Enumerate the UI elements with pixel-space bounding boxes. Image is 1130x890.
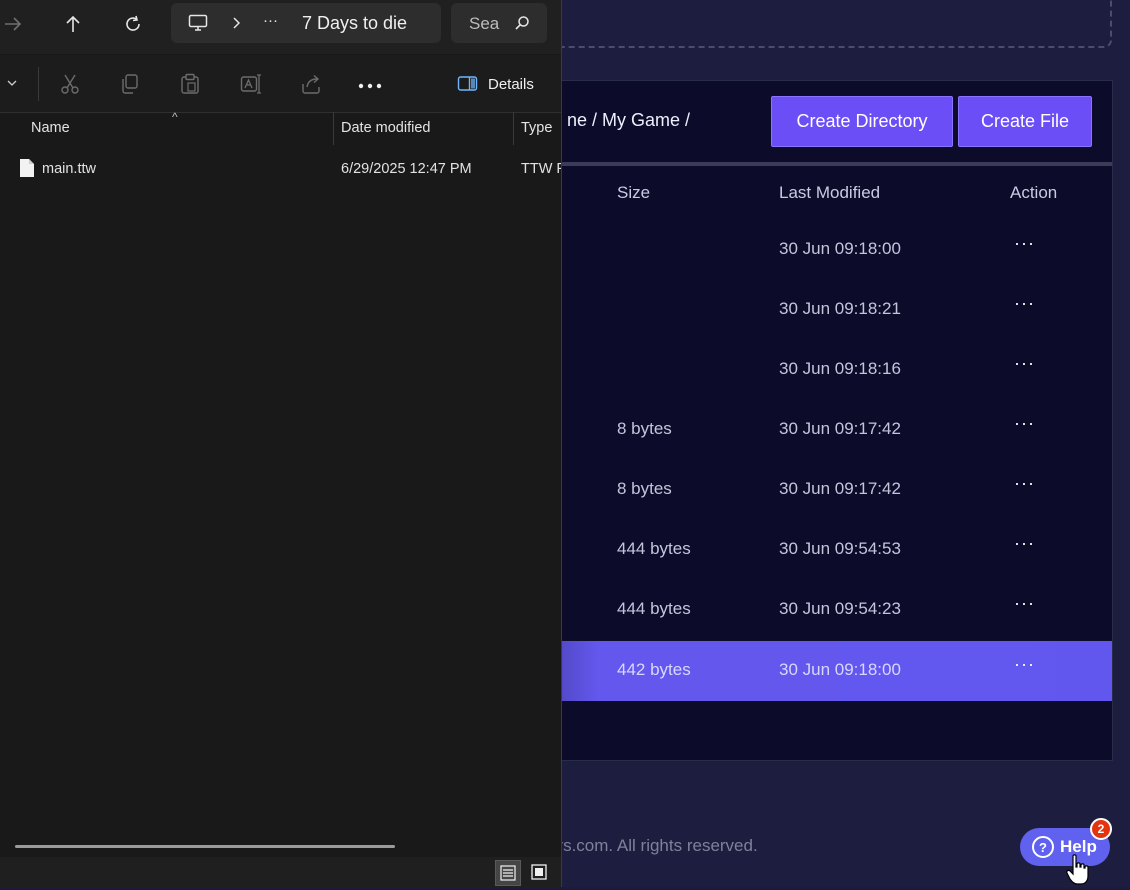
row-modified: 30 Jun 09:17:42 xyxy=(779,479,901,498)
row-actions-menu-icon[interactable]: ··· xyxy=(1014,593,1035,614)
table-divider xyxy=(470,162,1112,166)
breadcrumb-overflow[interactable]: ··· xyxy=(263,12,278,29)
file-name: main.ttw xyxy=(42,161,96,177)
row-size: 442 bytes xyxy=(617,660,691,679)
row-size: 8 bytes xyxy=(617,419,672,438)
row-modified: 30 Jun 09:18:00 xyxy=(779,660,901,679)
row-size: 8 bytes xyxy=(617,479,672,498)
horizontal-scrollbar[interactable] xyxy=(15,845,395,848)
footer-copyright: ayers.com. All rights reserved. xyxy=(530,836,758,855)
command-bar-divider xyxy=(38,67,39,101)
row-actions-menu-icon[interactable]: ··· xyxy=(1014,533,1035,554)
chevron-down-icon[interactable] xyxy=(6,77,18,89)
copy-icon[interactable] xyxy=(120,73,140,100)
file-explorer-window: ··· 7 Days to die Sea Details ^ Name Dat… xyxy=(0,0,562,887)
details-button-label[interactable]: Details xyxy=(488,76,534,93)
row-modified: 30 Jun 09:17:42 xyxy=(779,419,901,438)
notification-badge: 2 xyxy=(1090,818,1112,840)
more-options-icon[interactable] xyxy=(358,77,382,95)
table-row[interactable]: 444 bytes 30 Jun 09:54:53 ··· xyxy=(470,520,1112,580)
column-header-name[interactable]: Name xyxy=(31,120,70,136)
row-size: 444 bytes xyxy=(617,539,691,558)
cut-icon[interactable] xyxy=(60,73,80,100)
search-placeholder: Sea xyxy=(469,14,500,33)
file-type: TTW F xyxy=(521,161,561,177)
file-list-item[interactable]: main.ttw 6/29/2025 12:47 PM TTW F xyxy=(0,154,561,184)
column-header-action: Action xyxy=(1010,183,1058,202)
row-actions-menu-icon[interactable]: ··· xyxy=(1014,654,1035,675)
file-date-modified: 6/29/2025 12:47 PM xyxy=(341,161,472,177)
paste-icon[interactable] xyxy=(180,73,200,100)
table-row[interactable]: 30 Jun 09:18:21 ··· xyxy=(470,280,1112,340)
tiles-view-button[interactable] xyxy=(527,860,553,886)
this-pc-monitor-icon xyxy=(187,12,209,34)
row-actions-menu-icon[interactable]: ··· xyxy=(1014,413,1035,434)
details-pane-icon[interactable] xyxy=(457,75,479,98)
column-divider[interactable] xyxy=(513,112,514,145)
table-row[interactable]: 8 bytes 30 Jun 09:17:42 ··· xyxy=(470,400,1112,460)
search-icon[interactable] xyxy=(513,14,531,32)
table-row[interactable]: 30 Jun 09:18:00 ··· xyxy=(470,220,1112,280)
preview-view-icon xyxy=(531,864,547,880)
row-actions-menu-icon[interactable]: ··· xyxy=(1014,473,1035,494)
refresh-icon[interactable] xyxy=(122,12,144,36)
column-divider[interactable] xyxy=(333,112,334,145)
explorer-titlebar: ··· 7 Days to die Sea xyxy=(0,0,561,54)
table-row[interactable]: 8 bytes 30 Jun 09:17:42 ··· xyxy=(470,460,1112,520)
rename-icon[interactable] xyxy=(240,73,262,100)
question-icon: ? xyxy=(1032,836,1054,858)
document-file-icon xyxy=(19,158,35,183)
column-header-date-modified[interactable]: Date modified xyxy=(341,120,430,136)
address-bar[interactable]: ··· 7 Days to die xyxy=(171,3,441,43)
create-directory-button[interactable]: Create Directory xyxy=(771,96,953,147)
row-modified: 30 Jun 09:18:16 xyxy=(779,359,901,378)
table-row[interactable]: 444 bytes 30 Jun 09:54:23 ··· xyxy=(470,580,1112,640)
table-row[interactable]: 30 Jun 09:18:16 ··· xyxy=(470,340,1112,400)
row-modified: 30 Jun 09:18:00 xyxy=(779,239,901,258)
row-actions-menu-icon[interactable]: ··· xyxy=(1014,233,1035,254)
sort-ascending-icon: ^ xyxy=(172,110,178,124)
list-view-icon xyxy=(500,865,516,881)
column-header-type[interactable]: Type xyxy=(521,120,552,136)
upload-dropzone[interactable] xyxy=(470,0,1112,48)
column-headers: ^ Name Date modified Type xyxy=(0,110,561,145)
row-actions-menu-icon[interactable]: ··· xyxy=(1014,353,1035,374)
row-size: 444 bytes xyxy=(617,599,691,618)
row-modified: 30 Jun 09:54:23 xyxy=(779,599,901,618)
forward-arrow-icon[interactable] xyxy=(0,12,26,36)
details-view-button[interactable] xyxy=(495,860,521,886)
column-header-size: Size xyxy=(617,183,651,202)
row-actions-menu-icon[interactable]: ··· xyxy=(1014,293,1035,314)
row-modified: 30 Jun 09:54:53 xyxy=(779,539,901,558)
up-arrow-icon[interactable] xyxy=(62,12,84,36)
search-box[interactable]: Sea xyxy=(451,3,547,43)
status-bar xyxy=(0,857,561,887)
address-current-folder[interactable]: 7 Days to die xyxy=(302,13,407,34)
command-bar: Details xyxy=(0,55,561,113)
chevron-right-icon[interactable] xyxy=(229,13,243,33)
table-row-selected[interactable]: 442 bytes 30 Jun 09:18:00 ··· xyxy=(470,641,1112,701)
create-file-button[interactable]: Create File xyxy=(958,96,1092,147)
share-icon[interactable] xyxy=(300,73,322,100)
row-modified: 30 Jun 09:18:21 xyxy=(779,299,901,318)
hand-cursor-icon xyxy=(1066,854,1089,885)
column-header-last-modified: Last Modified xyxy=(779,183,881,202)
